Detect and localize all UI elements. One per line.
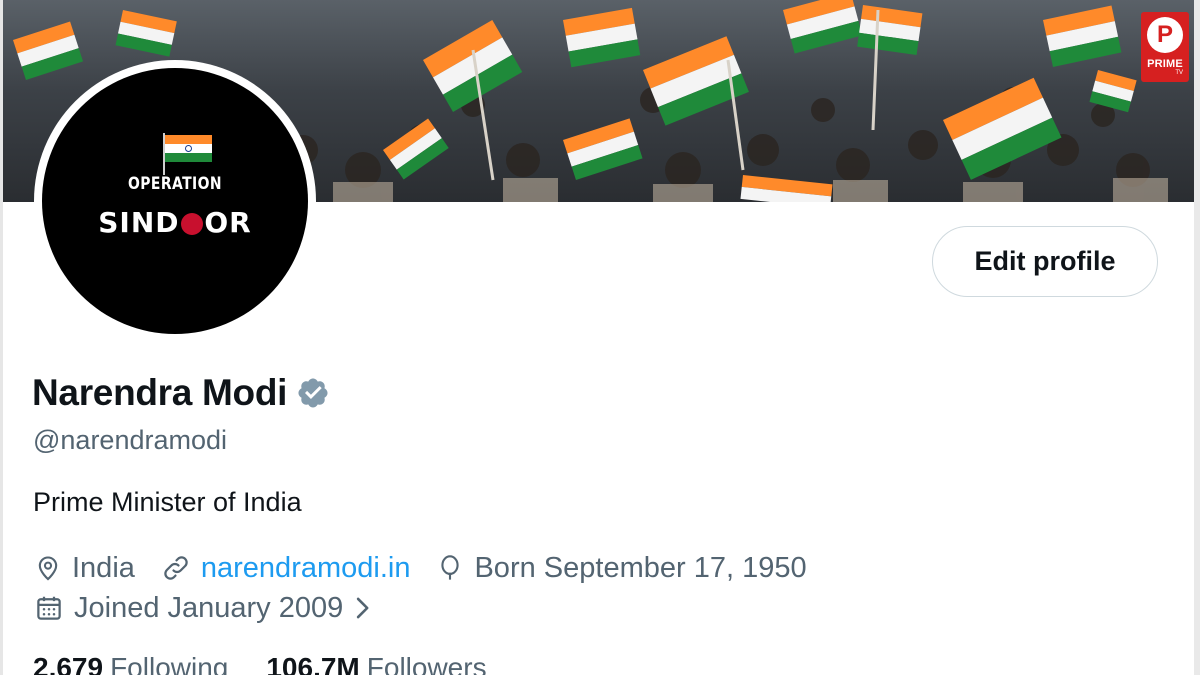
- balloon-icon: [441, 555, 460, 580]
- prime-tv-logo-icon: P: [1147, 17, 1183, 53]
- profile-meta-row: India narendramodi.in Born September 17,…: [34, 549, 833, 587]
- link-icon: [164, 556, 188, 580]
- frame-border-right: [1194, 0, 1200, 675]
- calendar-icon: [37, 596, 61, 620]
- follow-counts: 2,679 Following 106.7M Followers: [33, 652, 525, 675]
- joined-text: Joined January 2009: [74, 591, 344, 624]
- prime-tv-sub: TV: [1175, 70, 1183, 76]
- following-count[interactable]: 2,679: [33, 652, 103, 675]
- prime-tv-label: PRIME: [1147, 58, 1183, 70]
- prime-tv-watermark: P PRIME TV: [1141, 12, 1189, 82]
- location-pin-icon: [38, 556, 58, 581]
- birthday-item: Born September 17, 1950: [436, 551, 807, 585]
- avatar[interactable]: OPERATION SINDOOR: [42, 68, 308, 334]
- website-item[interactable]: narendramodi.in: [161, 552, 411, 585]
- handle: @narendramodi: [33, 425, 228, 455]
- joined-item[interactable]: Joined January 2009: [34, 589, 381, 627]
- followers-count[interactable]: 106.7M: [266, 652, 359, 675]
- bio: Prime Minister of India: [33, 487, 302, 517]
- verified-badge-icon[interactable]: [296, 376, 330, 410]
- location-item: India: [34, 552, 135, 585]
- chevron-right-icon[interactable]: [353, 595, 371, 621]
- name-row: Narendra Modi: [32, 372, 330, 414]
- followers-label[interactable]: Followers: [367, 652, 487, 675]
- profile-page: P PRIME TV OPERATION SINDOOR Edit profil…: [0, 0, 1200, 675]
- indian-flag-icon: [163, 133, 212, 175]
- website-link[interactable]: narendramodi.in: [201, 552, 411, 585]
- birthday-text: Born September 17, 1950: [474, 551, 807, 584]
- sindoor-red-dot: O: [180, 206, 205, 239]
- edit-profile-button[interactable]: Edit profile: [932, 226, 1158, 297]
- avatar-operation-text: OPERATION: [128, 174, 222, 194]
- avatar-sindoor-text: SINDOOR: [98, 206, 252, 239]
- following-label[interactable]: Following: [110, 652, 228, 675]
- display-name: Narendra Modi: [32, 372, 288, 413]
- frame-border-left: [0, 0, 3, 675]
- location-text: India: [72, 551, 135, 584]
